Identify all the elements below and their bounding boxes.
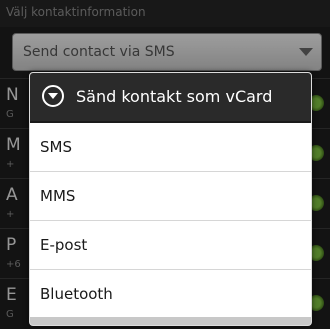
dropdown-circle-icon [42, 85, 64, 107]
dialog-header: Sänd kontakt som vCard [30, 73, 311, 123]
dialog-footer [30, 317, 311, 325]
option-mms[interactable]: MMS [30, 172, 311, 221]
send-vcard-dialog: Sänd kontakt som vCard SMS MMS E-post Bl… [29, 72, 312, 326]
option-sms[interactable]: SMS [30, 123, 311, 172]
option-email[interactable]: E-post [30, 221, 311, 270]
option-bluetooth[interactable]: Bluetooth [30, 270, 311, 319]
dialog-title: Sänd kontakt som vCard [76, 87, 273, 106]
